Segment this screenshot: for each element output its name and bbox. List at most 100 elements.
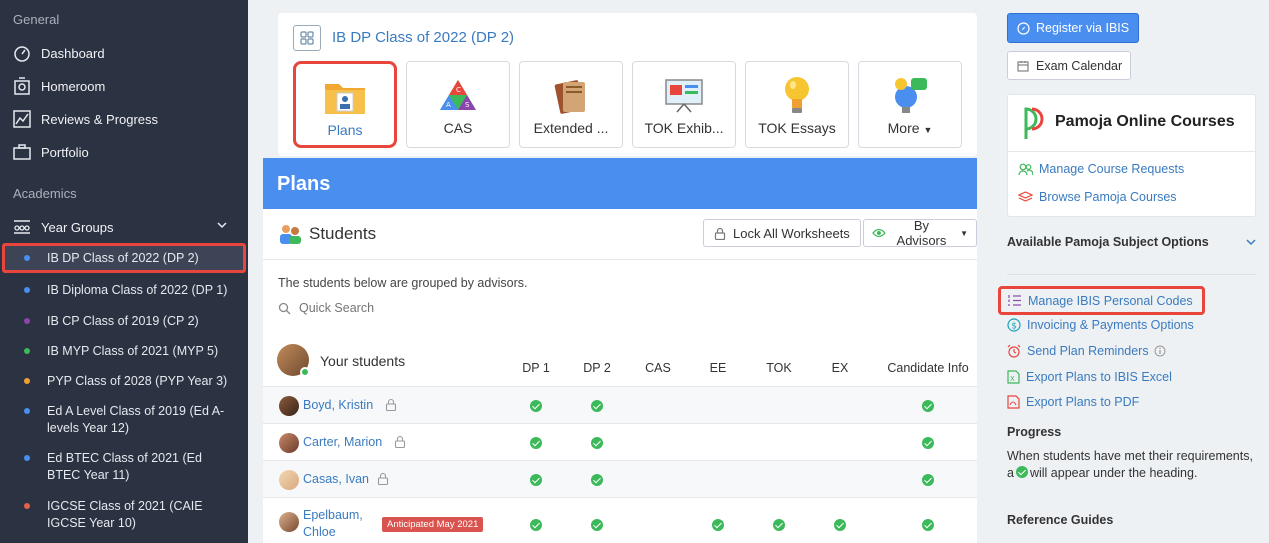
export-plans-pdf-link[interactable]: Export Plans to PDF xyxy=(1007,395,1139,409)
anticipated-badge: Anticipated May 2021 xyxy=(382,517,484,532)
lock-icon[interactable] xyxy=(377,472,389,485)
books-icon xyxy=(549,75,593,115)
year-group-label: IB MYP Class of 2021 (MYP 5) xyxy=(47,344,219,358)
tile-plans[interactable]: Plans xyxy=(293,61,397,148)
exam-calendar-button[interactable]: Exam Calendar xyxy=(1007,51,1131,80)
check-icon xyxy=(530,437,542,449)
column-header-dp1: DP 1 xyxy=(522,361,550,375)
divider xyxy=(263,259,977,260)
check-icon xyxy=(922,519,934,531)
lightbulb-icon xyxy=(775,75,819,115)
quick-search-input[interactable] xyxy=(299,301,499,315)
sidebar-item-label: Year Groups xyxy=(41,219,114,235)
check-icon xyxy=(591,400,603,412)
year-group-label: IGCSE Class of 2021 (CAIE IGCSE Year 10) xyxy=(47,499,203,530)
year-group-item[interactable]: Ed BTEC Class of 2021 (Ed BTEC Year 11) xyxy=(2,450,246,484)
lock-icon[interactable] xyxy=(394,435,406,448)
page-title[interactable]: IB DP Class of 2022 (DP 2) xyxy=(332,29,514,46)
available-pamoja-options-toggle[interactable]: Available Pamoja Subject Options xyxy=(1007,235,1257,249)
by-advisors-dropdown[interactable]: By Advisors ▼ xyxy=(863,218,977,248)
sidebar-item-year-groups[interactable]: Year Groups xyxy=(12,216,240,238)
layers-icon xyxy=(1018,190,1033,202)
check-icon xyxy=(773,519,785,531)
student-name-line1: Epelbaum, xyxy=(303,508,363,522)
year-group-item[interactable]: IB MYP Class of 2021 (MYP 5) xyxy=(2,343,246,360)
group-color-dot xyxy=(24,408,30,414)
tile-cas[interactable]: CAS CAS xyxy=(406,61,510,148)
apps-grid-icon[interactable] xyxy=(293,25,321,51)
year-group-item[interactable]: Ed A Level Class of 2019 (Ed A-levels Ye… xyxy=(2,403,246,437)
tile-label-more: More ▼ xyxy=(887,120,933,136)
presentation-icon xyxy=(662,75,706,115)
check-icon xyxy=(591,519,603,531)
group-color-dot xyxy=(24,455,30,461)
students-icon xyxy=(280,225,301,244)
invoicing-payments-link[interactable]: $ Invoicing & Payments Options xyxy=(1007,318,1194,332)
chevron-down-icon xyxy=(217,222,227,229)
check-icon xyxy=(1015,466,1028,478)
dollar-circle-icon: $ xyxy=(1007,318,1021,332)
student-name-link[interactable]: Boyd, Kristin xyxy=(303,397,373,414)
register-via-ibis-button[interactable]: Register via IBIS xyxy=(1007,13,1139,43)
check-icon xyxy=(834,519,846,531)
tile-extended-essay[interactable]: Extended ... xyxy=(519,61,623,148)
check-icon xyxy=(530,519,542,531)
year-group-item[interactable]: PYP Class of 2028 (PYP Year 3) xyxy=(2,373,246,390)
quick-search xyxy=(278,301,499,315)
tile-tok-essays[interactable]: TOK Essays xyxy=(745,61,849,148)
cas-triangle-icon: CA S xyxy=(436,75,480,115)
svg-text:$: $ xyxy=(1011,322,1017,332)
tile-more[interactable]: More ▼ xyxy=(858,61,962,148)
year-group-label: IB DP Class of 2022 (DP 2) xyxy=(47,250,199,265)
sidebar-item-label: Homeroom xyxy=(41,78,106,94)
browse-pamoja-courses-link[interactable]: Browse Pamoja Courses xyxy=(1018,190,1177,204)
info-icon[interactable] xyxy=(1154,345,1166,357)
year-group-label: IB CP Class of 2019 (CP 2) xyxy=(47,314,199,328)
group-color-dot xyxy=(24,318,30,324)
send-plan-reminders-link[interactable]: Send Plan Reminders xyxy=(1007,344,1172,358)
tile-tok-exhibition[interactable]: TOK Exhib... xyxy=(632,61,736,148)
lock-all-worksheets-button[interactable]: Lock All Worksheets xyxy=(703,219,861,247)
tile-label: Plans xyxy=(327,122,363,138)
link-label: Export Plans to PDF xyxy=(1026,395,1140,409)
group-color-dot xyxy=(24,503,30,509)
sidebar-item-homeroom[interactable]: Homeroom xyxy=(12,75,105,97)
year-group-item[interactable]: IB Diploma Class of 2022 (DP 1) xyxy=(2,282,246,299)
student-name-link[interactable]: Casas, Ivan xyxy=(303,471,369,488)
link-label: Invoicing & Payments Options xyxy=(1027,318,1194,332)
chevron-down-icon[interactable] xyxy=(1245,236,1257,248)
pamoja-logo xyxy=(1024,107,1044,139)
lock-icon[interactable] xyxy=(385,398,397,411)
users-icon xyxy=(1018,163,1033,175)
pdf-file-icon xyxy=(1007,395,1020,409)
register-label: Register via IBIS xyxy=(1036,21,1130,35)
sidebar-item-reviews[interactable]: Reviews & Progress xyxy=(12,108,158,130)
manage-requests-label: Manage Course Requests xyxy=(1039,162,1185,176)
sidebar-item-portfolio[interactable]: Portfolio xyxy=(12,141,89,163)
tile-label: CAS xyxy=(443,120,473,136)
sidebar-item-label: Reviews & Progress xyxy=(41,111,159,127)
table-row: Carter, Marion xyxy=(263,423,977,460)
group-color-dot xyxy=(24,348,30,354)
sidebar-item-dashboard[interactable]: Dashboard xyxy=(12,42,105,64)
manage-ibis-personal-codes-link[interactable]: Manage IBIS Personal Codes xyxy=(998,286,1205,315)
year-group-label: Ed A Level Class of 2019 (Ed A-levels Ye… xyxy=(47,404,225,435)
plans-panel: Students Lock All Worksheets By Advisors… xyxy=(263,209,977,543)
svg-text:C: C xyxy=(456,86,461,94)
student-avatar xyxy=(279,512,299,532)
link-label: Export Plans to IBIS Excel xyxy=(1026,370,1172,384)
year-group-header-card: IB DP Class of 2022 (DP 2) Plans CAS CAS… xyxy=(278,13,977,156)
year-group-item[interactable]: IB CP Class of 2019 (CP 2) xyxy=(2,313,246,330)
divider xyxy=(1008,151,1255,152)
svg-text:S: S xyxy=(465,101,470,109)
year-group-item[interactable]: IGCSE Class of 2021 (CAIE IGCSE Year 10) xyxy=(2,498,246,532)
calendar-icon xyxy=(1017,60,1029,72)
divider xyxy=(1007,274,1256,275)
check-icon xyxy=(530,474,542,486)
manage-course-requests-link[interactable]: Manage Course Requests xyxy=(1018,162,1184,176)
student-name-link[interactable]: Epelbaum, Chloe xyxy=(303,507,363,541)
year-group-item-active[interactable]: IB DP Class of 2022 (DP 2) xyxy=(2,243,246,273)
table-row: Epelbaum, Chloe Anticipated May 2021 xyxy=(263,497,977,543)
export-plans-excel-link[interactable]: X Export Plans to IBIS Excel xyxy=(1007,370,1172,384)
student-name-link[interactable]: Carter, Marion xyxy=(303,434,382,451)
